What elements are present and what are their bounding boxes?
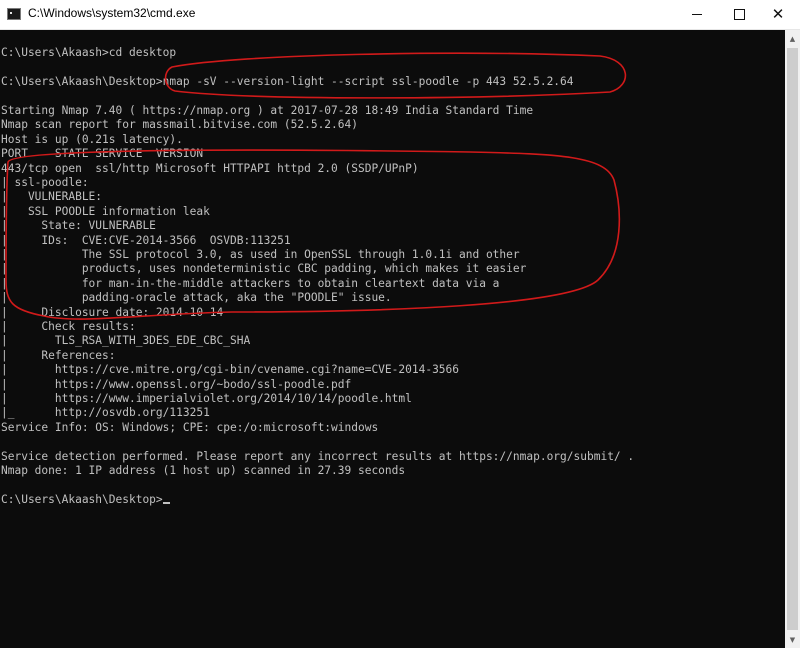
console-line: | IDs: CVE:CVE-2014-3566 OSVDB:113251 bbox=[1, 233, 291, 247]
console-line: C:\Users\Akaash\Desktop> bbox=[1, 493, 170, 507]
console-line: C:\Users\Akaash>cd desktop bbox=[1, 46, 177, 60]
cmd-app-icon[interactable] bbox=[7, 8, 21, 20]
window-bottom-edge bbox=[0, 648, 800, 654]
window-title: C:\Windows\system32\cmd.exe bbox=[28, 6, 196, 20]
console-line: | https://www.imperialviolet.org/2014/10… bbox=[1, 392, 412, 405]
console-output[interactable]: C:\Users\Akaash\Desktop> Nmap done: 1 IP … bbox=[0, 30, 785, 648]
vertical-scrollbar[interactable]: ▲ ▼ bbox=[785, 30, 800, 648]
console-line: | ssl-poodle: bbox=[1, 176, 89, 189]
console-line: Nmap done: 1 IP address (1 host up) scan… bbox=[1, 464, 406, 477]
console-line: Starting Nmap 7.40 ( https://nmap.org ) … bbox=[1, 104, 534, 117]
maximize-icon bbox=[733, 9, 745, 20]
console-line: Service detection performed. Please repo… bbox=[1, 449, 635, 463]
minimize-icon bbox=[692, 14, 702, 15]
console-line: Host is up (0.21s latency). bbox=[1, 132, 183, 146]
console-line: | Disclosure date: 2014-10-14 bbox=[1, 305, 224, 319]
text-cursor bbox=[162, 501, 170, 504]
console-line: |_ http://osvdb.org/113251 bbox=[1, 406, 210, 420]
console-line: | References: bbox=[1, 348, 116, 362]
console-line: | products, uses nondeterministic CBC pa… bbox=[1, 262, 527, 276]
close-button[interactable]: ✕ bbox=[755, 0, 800, 29]
console-line: PORT STATE SERVICE VERSION bbox=[1, 147, 204, 161]
console-line: 443/tcp open ssl/http Microsoft HTTPAPI … bbox=[1, 161, 419, 175]
scroll-thumb[interactable] bbox=[787, 48, 798, 630]
console-line: | https://cve.mitre.org/cgi-bin/cvename.… bbox=[1, 363, 460, 377]
console-line: | SSL POODLE information leak bbox=[1, 204, 210, 218]
console-line: C:\Users\Akaash\Desktop>nmap -sV --versi… bbox=[1, 75, 574, 89]
console-line: | padding-oracle attack, aka the "POODLE… bbox=[1, 291, 392, 305]
console-line: | Check results: bbox=[1, 320, 136, 333]
console-line: | VULNERABLE: bbox=[1, 190, 103, 204]
console-line: | State: VULNERABLE bbox=[1, 219, 156, 233]
minimize-button[interactable] bbox=[674, 0, 720, 29]
title-bar: C:\Windows\system32\cmd.exe ✕ bbox=[0, 0, 800, 30]
console-line: | The SSL protocol 3.0, as used in OpenS… bbox=[1, 248, 520, 261]
scroll-up-icon[interactable]: ▲ bbox=[785, 30, 800, 47]
scroll-down-icon[interactable]: ▼ bbox=[785, 631, 800, 648]
console-line: Nmap scan report for massmail.bitvise.co… bbox=[1, 118, 358, 132]
console-line: | TLS_RSA_WITH_3DES_EDE_CBC_SHA bbox=[1, 334, 251, 348]
console-line: Service Info: OS: Windows; CPE: cpe:/o:m… bbox=[1, 420, 379, 434]
console-line: | https://www.openssl.org/~bodo/ssl-pood… bbox=[1, 377, 352, 391]
console-line: | for man-in-the-middle attackers to obt… bbox=[1, 276, 500, 290]
close-icon: ✕ bbox=[771, 5, 785, 23]
